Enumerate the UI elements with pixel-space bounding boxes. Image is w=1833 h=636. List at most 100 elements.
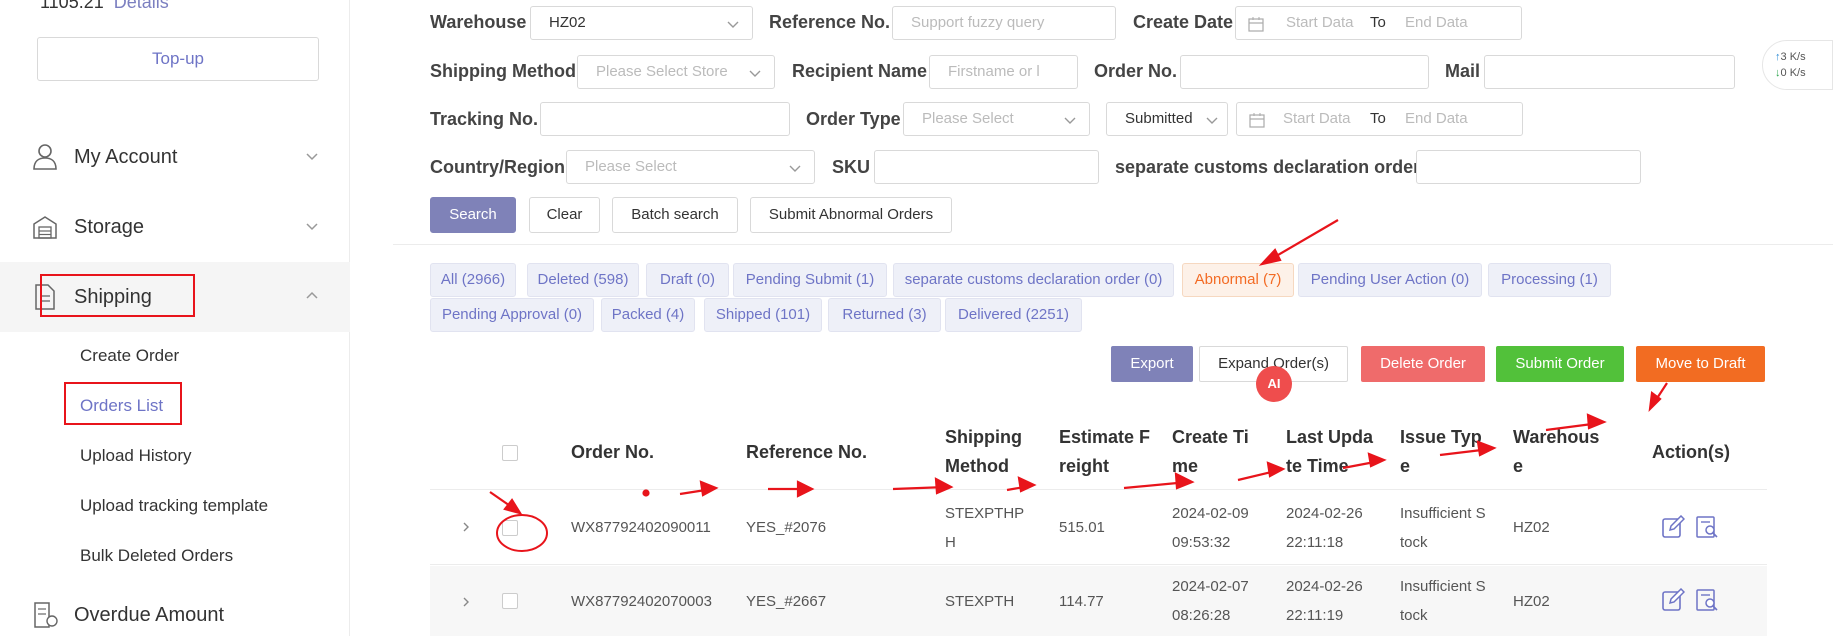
end-date: End Data [1405, 110, 1468, 127]
move-to-draft-button[interactable]: Move to Draft [1636, 346, 1765, 382]
tab-pending-user-action[interactable]: Pending User Action (0) [1298, 263, 1482, 297]
recipient-input[interactable]: Firstname or l [929, 55, 1078, 89]
country-select[interactable]: Please Select [566, 150, 815, 184]
tab-delivered[interactable]: Delivered (2251) [945, 298, 1082, 332]
tab-draft[interactable]: Draft (0) [646, 263, 729, 297]
warehouse-select[interactable]: HZ02 [530, 6, 753, 40]
cell-line: Insufficient S [1400, 578, 1486, 595]
warehouse-icon [30, 212, 60, 242]
order-no-label: Order No. [1094, 61, 1178, 81]
reference-input[interactable]: Support fuzzy query [892, 6, 1116, 40]
tab-packed[interactable]: Packed (4) [601, 298, 695, 332]
shipping-method-label: Shipping Method [430, 61, 576, 81]
submenu-create-order[interactable]: Create Order [80, 346, 179, 366]
calendar-icon [1248, 17, 1264, 32]
cell-issue-type: Insufficient S tock [1400, 499, 1486, 557]
tab-separate-customs[interactable]: separate customs declaration order (0) [893, 263, 1174, 297]
start-date: Start Data [1283, 110, 1351, 127]
select-all-checkbox[interactable] [502, 445, 518, 461]
chevron-down-icon [1206, 117, 1218, 124]
cell-reference-no: YES_#2667 [746, 593, 827, 610]
batch-search-button[interactable]: Batch search [612, 197, 738, 233]
chevron-right-icon[interactable] [460, 596, 472, 608]
shipping-method-select[interactable]: Please Select Store [577, 55, 775, 89]
annotation-box [64, 382, 182, 425]
row-checkbox[interactable] [502, 520, 518, 536]
order-type-select[interactable]: Please Select [903, 102, 1090, 136]
export-button[interactable]: Export [1111, 346, 1193, 382]
balance-row: 1105.21 Details [40, 0, 169, 13]
sku-input[interactable] [874, 150, 1099, 184]
menu-overdue-amount[interactable]: Overdue Amount [0, 580, 350, 636]
cell-line: tock [1400, 607, 1428, 624]
sidebar: 1105.21 Details Top-up My Account Storage… [0, 0, 350, 636]
table-row[interactable]: WX87792402090011 YES_#2076 STEXPTHP H 51… [430, 491, 1767, 565]
delete-order-button[interactable]: Delete Order [1361, 346, 1485, 382]
tab-all[interactable]: All (2966) [430, 263, 516, 297]
submit-date-range[interactable]: Start Data To End Data [1236, 102, 1523, 136]
mail-label: Mail [1445, 61, 1481, 81]
search-button[interactable]: Search [430, 197, 516, 233]
chevron-down-icon [749, 70, 761, 77]
clear-button[interactable]: Clear [529, 197, 600, 233]
create-date-label: Create Date [1133, 12, 1234, 32]
mail-input[interactable] [1484, 55, 1735, 89]
th-line: Issue Typ [1400, 427, 1482, 447]
topup-button[interactable]: Top-up [37, 37, 319, 81]
tab-deleted[interactable]: Deleted (598) [527, 263, 639, 297]
th-line: me [1172, 456, 1199, 476]
menu-label: Overdue Amount [74, 603, 225, 626]
submitted-select[interactable]: Submitted [1106, 102, 1228, 136]
tracking-input[interactable] [540, 102, 790, 136]
table-row[interactable]: WX87792402070003 YES_#2667 STEXPTH 114.7… [430, 566, 1767, 636]
warehouse-label: Warehouse [430, 12, 527, 32]
submenu-upload-tracking[interactable]: Upload tracking template [80, 496, 268, 516]
th-create-time: Create Ti me [1172, 423, 1249, 481]
menu-my-account[interactable]: My Account [0, 122, 350, 192]
tab-pending-approval[interactable]: Pending Approval (0) [430, 298, 594, 332]
search-detail-icon[interactable] [1695, 588, 1719, 612]
create-date-range[interactable]: Start Data To End Data [1235, 6, 1522, 40]
tab-processing[interactable]: Processing (1) [1488, 263, 1611, 297]
cell-update-time: 2024-02-26 22:11:18 [1286, 499, 1363, 557]
th-line: e [1513, 456, 1524, 476]
customs-input[interactable] [1416, 150, 1641, 184]
cell-line: 2024-02-26 [1286, 578, 1363, 595]
search-detail-icon[interactable] [1695, 515, 1719, 539]
tab-abnormal[interactable]: Abnormal (7) [1182, 263, 1294, 297]
cell-warehouse: HZ02 [1513, 519, 1550, 536]
edit-icon[interactable] [1661, 515, 1685, 539]
details-link[interactable]: Details [114, 0, 169, 12]
th-actions: Action(s) [1652, 442, 1730, 462]
app-root: 1105.21 Details Top-up My Account Storage… [0, 0, 1833, 636]
submit-order-button[interactable]: Submit Order [1496, 346, 1624, 382]
cell-line: 08:26:28 [1172, 607, 1231, 624]
edit-icon[interactable] [1661, 588, 1685, 612]
table-header: Order No. Reference No. Shipping Method … [430, 415, 1767, 490]
warehouse-value: HZ02 [549, 14, 586, 31]
cell-line: H [945, 534, 956, 551]
submitted-value: Submitted [1125, 110, 1193, 127]
th-warehouse: Warehous e [1513, 423, 1599, 481]
th-line: te Time [1286, 456, 1349, 476]
tab-pending-submit[interactable]: Pending Submit (1) [733, 263, 887, 297]
cell-update-time: 2024-02-26 22:11:19 [1286, 572, 1363, 630]
cell-issue-type: Insufficient S tock [1400, 572, 1486, 630]
row-checkbox[interactable] [502, 593, 518, 609]
tab-shipped[interactable]: Shipped (101) [704, 298, 822, 332]
menu-storage[interactable]: Storage [0, 192, 350, 262]
submit-abnormal-button[interactable]: Submit Abnormal Orders [750, 197, 952, 233]
submenu-bulk-deleted[interactable]: Bulk Deleted Orders [80, 546, 233, 566]
order-no-input[interactable] [1180, 55, 1429, 89]
country-placeholder: Please Select [585, 158, 677, 175]
th-estimate-freight: Estimate F reight [1059, 423, 1150, 481]
tab-returned[interactable]: Returned (3) [828, 298, 941, 332]
chevron-down-icon [306, 153, 318, 161]
th-reference-no: Reference No. [746, 442, 868, 462]
chevron-right-icon[interactable] [460, 521, 472, 533]
cell-warehouse: HZ02 [1513, 593, 1550, 610]
chevron-down-icon [306, 223, 318, 231]
order-type-placeholder: Please Select [922, 110, 1014, 127]
ai-assistant-badge[interactable]: AI [1256, 366, 1292, 402]
submenu-upload-history[interactable]: Upload History [80, 446, 192, 466]
